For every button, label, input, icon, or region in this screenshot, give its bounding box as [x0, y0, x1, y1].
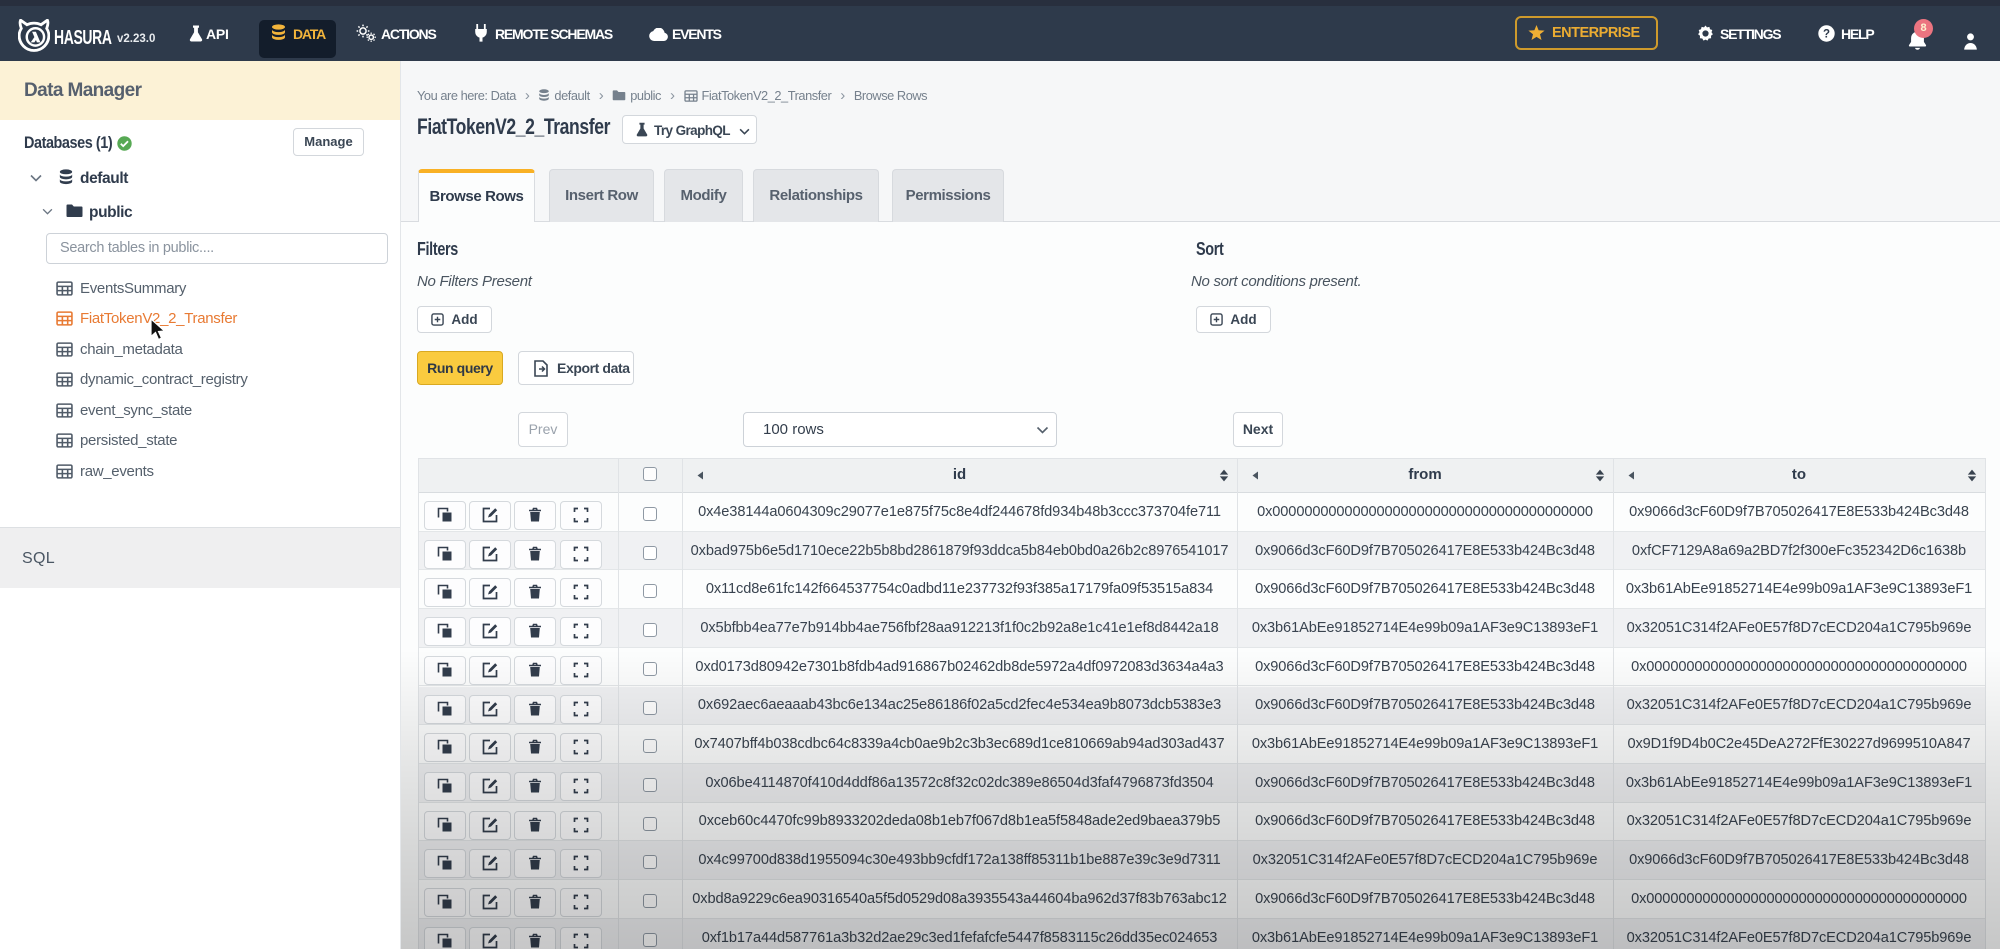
svg-text:?: ?	[1823, 28, 1830, 40]
